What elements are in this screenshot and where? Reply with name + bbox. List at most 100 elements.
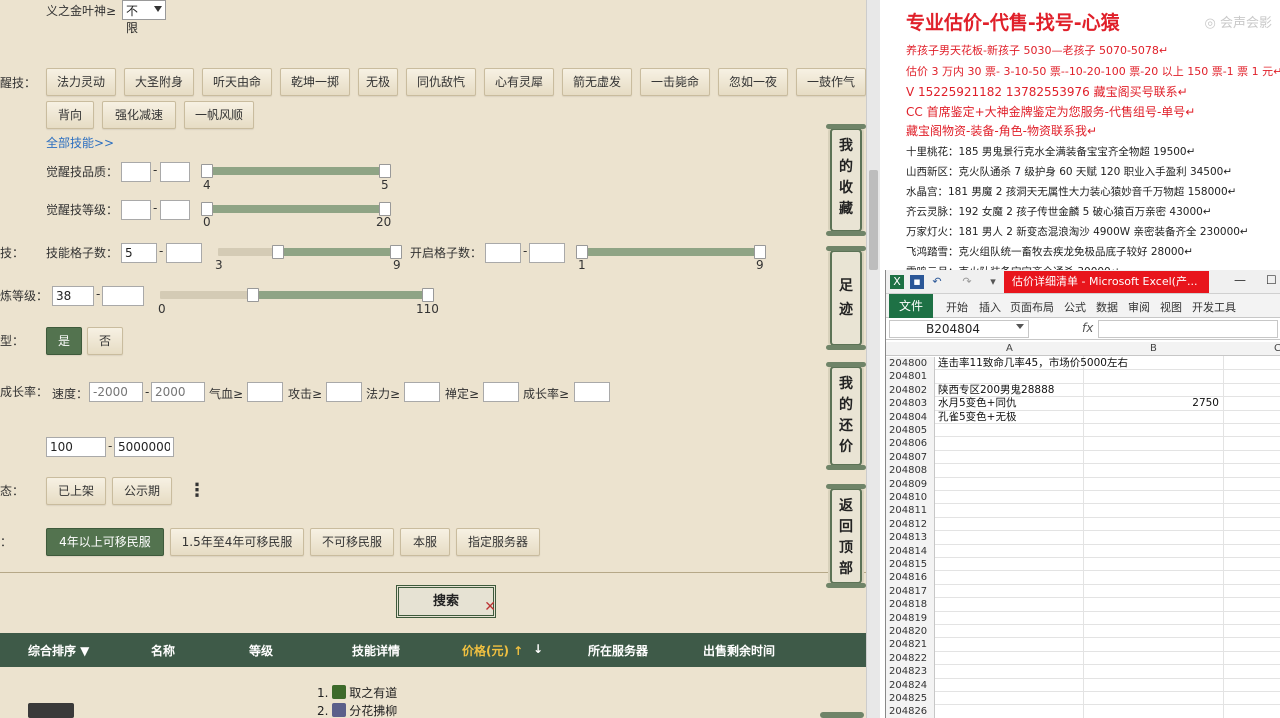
server-option-button[interactable]: 不可移民服 [310,528,394,556]
price-min-input[interactable] [46,437,106,457]
redo-icon[interactable]: ↷ [960,275,974,289]
awaken-level-slider-min-handle[interactable] [201,202,213,216]
table-row[interactable]: 204806 [886,437,1280,451]
table-row[interactable]: 204801 [886,370,1280,384]
table-row[interactable]: 204825 [886,692,1280,706]
ribbon-tab[interactable]: 公式 [1064,299,1086,315]
ribbon-tab[interactable]: 数据 [1096,299,1118,315]
awaken-level-slider-max-handle[interactable] [379,202,391,216]
awaken-skill-button[interactable]: 一击毙命 [640,68,710,96]
awaken-skill-button[interactable]: 背向 [46,101,94,129]
awaken-skill-button[interactable]: 忽如一夜 [718,68,788,96]
price-sort-header[interactable]: 价格(元) ↑ [462,642,523,659]
table-row[interactable]: 204804 孔雀5变色+无极 [886,410,1280,424]
refine-slider-left-track[interactable] [160,291,253,299]
row-number[interactable]: 204813 [886,531,935,545]
table-row[interactable]: 204805 [886,424,1280,438]
row-number[interactable]: 204823 [886,665,935,679]
row-number[interactable]: 204812 [886,517,935,532]
refine-min-input[interactable] [52,286,94,306]
row-number[interactable]: 204822 [886,651,935,666]
row-number[interactable]: 204819 [886,611,935,625]
row-number[interactable]: 204809 [886,477,935,491]
ribbon-tab[interactable]: 文件 [889,294,933,318]
skill-slots-slider-track[interactable] [278,248,396,256]
cell-a[interactable]: 水月5变色+同仇 [938,397,1016,410]
row-number[interactable]: 204803 [886,397,935,411]
skill-slots-slider-min-handle[interactable] [272,245,284,259]
row-number[interactable]: 204815 [886,558,935,572]
table-row[interactable]: 204817 [886,584,1280,599]
server-option-button[interactable]: 4年以上可移民服 [46,528,164,556]
type-no-button[interactable]: 否 [87,327,123,355]
table-row[interactable]: 204800 连击率11致命几率45，市场价5000左右 [886,357,1280,371]
row-number[interactable]: 204801 [886,370,935,384]
ribbon-tab[interactable]: 开始 [946,299,968,315]
open-slots-slider-track[interactable] [580,248,760,256]
speed-min-input[interactable] [89,382,143,402]
undo-icon[interactable]: ↶ [930,275,944,289]
server-option-button[interactable]: 本服 [400,528,450,556]
growth-min-input[interactable] [574,382,610,402]
column-header-a[interactable]: A [1006,343,1013,354]
open-slots-slider-min-handle[interactable] [576,245,588,259]
row-number[interactable]: 204806 [886,437,935,451]
awaken-quality-slider-max-handle[interactable] [379,164,391,178]
table-row[interactable]: 204814 [886,544,1280,558]
open-slots-min-input[interactable] [485,243,521,263]
row-number[interactable]: 204807 [886,450,935,465]
maximize-icon[interactable]: ☐ [1266,273,1277,287]
avatar[interactable] [28,703,74,718]
awaken-level-slider-track[interactable] [205,205,385,213]
awaken-quality-slider-min-handle[interactable] [201,164,213,178]
skill-slots-slider-max-handle[interactable] [390,245,402,259]
row-number[interactable]: 204818 [886,598,935,612]
speed-max-input[interactable] [151,382,205,402]
awaken-skill-button[interactable]: 强化减速 [102,101,176,129]
table-row[interactable]: 204812 [886,517,1280,532]
type-yes-button[interactable]: 是 [46,327,82,355]
fx-icon[interactable]: fx [1082,321,1093,335]
table-row[interactable]: 204820 [886,625,1280,639]
table-row[interactable]: 204811 [886,504,1280,518]
table-row[interactable]: 204802 陕西专区200男鬼28888 [886,383,1280,398]
row-number[interactable]: 204826 [886,705,935,718]
scrollbar-thumb[interactable] [869,170,878,270]
table-row[interactable]: 204822 [886,651,1280,666]
ribbon-tab[interactable]: 插入 [979,299,1001,315]
ribbon-tab[interactable]: 页面布局 [1010,299,1054,315]
ribbon-tab[interactable]: 审阅 [1128,299,1150,315]
row-number[interactable]: 204824 [886,678,935,692]
cell-a[interactable]: 孔雀5变色+无极 [938,411,1016,424]
row-number[interactable]: 204804 [886,410,935,424]
price-max-input[interactable] [114,437,174,457]
sort-comprehensive-header[interactable]: 综合排序 ▼ [28,642,89,659]
skill-slots-max-input[interactable] [166,243,202,263]
status-listed-button[interactable]: 已上架 [46,477,106,505]
table-row[interactable]: 204824 [886,678,1280,692]
awaken-quality-min-input[interactable] [121,162,151,182]
chevron-down-icon[interactable] [1016,324,1024,329]
cell-a[interactable]: 陕西专区200男鬼28888 [938,384,1054,397]
awaken-skill-button[interactable]: 一鼓作气 [796,68,866,96]
row-number[interactable]: 204817 [886,584,935,599]
status-public-button[interactable]: 公示期 [112,477,172,505]
open-slots-max-input[interactable] [529,243,565,263]
magic-input[interactable] [404,382,440,402]
chevron-down-icon[interactable]: ▾ [986,275,1000,289]
awaken-skill-button[interactable]: 大圣附身 [124,68,194,96]
refine-slider-min-handle[interactable] [247,288,259,302]
refine-slider-max-handle[interactable] [422,288,434,302]
awaken-skill-button[interactable]: 箭无虚发 [562,68,632,96]
row-number[interactable]: 204810 [886,491,935,505]
all-skills-link[interactable]: 全部技能>> [46,134,114,151]
row-number[interactable]: 204805 [886,424,935,438]
refine-slider-track[interactable] [253,291,428,299]
name-box[interactable]: B204804 [889,320,1029,338]
ribbon-tab[interactable]: 视图 [1160,299,1182,315]
awaken-skill-button[interactable]: 同仇敌忾 [406,68,476,96]
table-row[interactable]: 204808 [886,464,1280,478]
column-header-c[interactable]: C [1274,343,1280,354]
table-row[interactable]: 204823 [886,665,1280,679]
cell-a[interactable]: 连击率11致命几率45，市场价5000左右 [938,357,1128,370]
